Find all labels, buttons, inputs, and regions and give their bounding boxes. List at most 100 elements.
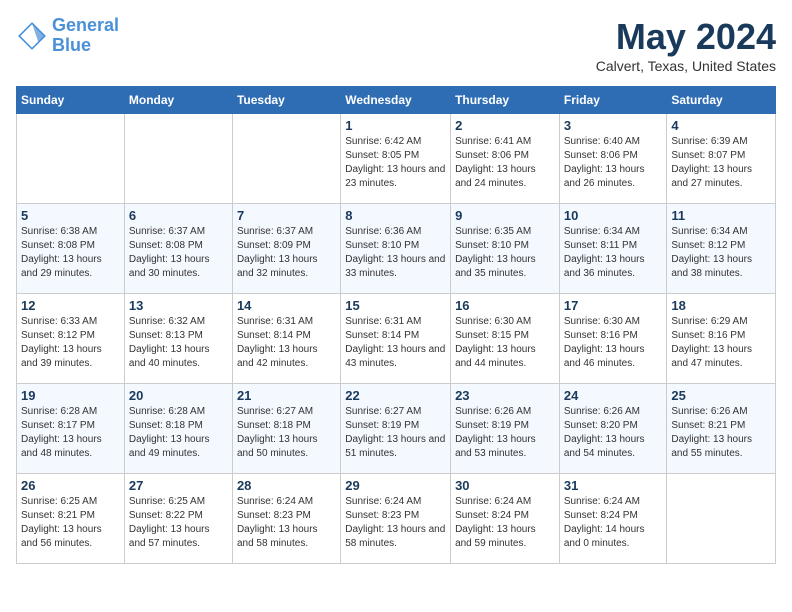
calendar-cell: 30 Sunrise: 6:24 AMSunset: 8:24 PMDayligh… [451, 474, 560, 564]
day-info: Sunrise: 6:34 AMSunset: 8:12 PMDaylight:… [671, 225, 771, 281]
calendar-cell: 8Sunrise: 6:36 AMSunset: 8:10 PMDaylight… [341, 204, 451, 294]
day-info: Sunrise: 6:38 AMSunset: 8:08 PMDaylight:… [21, 225, 120, 281]
weekday-header: Tuesday [232, 87, 340, 114]
day-number: 29 [345, 478, 446, 493]
day-number: 12 [21, 298, 120, 313]
day-info: Sunrise: 6:24 AMSunset: 8:24 PMDaylight:… [564, 495, 663, 551]
day-info: Sunrise: 6:24 AMSunset: 8:24 PMDaylight:… [455, 495, 555, 551]
day-info: Sunrise: 6:25 AMSunset: 8:21 PMDaylight:… [21, 495, 120, 551]
day-info: Sunrise: 6:26 AMSunset: 8:20 PMDaylight:… [564, 405, 663, 461]
day-info: Sunrise: 6:31 AMSunset: 8:14 PMDaylight:… [345, 315, 446, 371]
day-number: 17 [564, 298, 663, 313]
calendar-cell: 9 Sunrise: 6:35 AMSunset: 8:10 PMDaylight… [451, 204, 560, 294]
calendar-week-row: 12 Sunrise: 6:33 AMSunset: 8:12 PMDayligh… [17, 294, 776, 384]
weekday-header: Sunday [17, 87, 125, 114]
day-number: 7 [237, 208, 336, 223]
calendar-cell: 24 Sunrise: 6:26 AMSunset: 8:20 PMDayligh… [559, 384, 667, 474]
logo-icon [16, 20, 48, 52]
calendar-cell: 1Sunrise: 6:42 AMSunset: 8:05 PMDaylight… [341, 114, 451, 204]
weekday-header: Friday [559, 87, 667, 114]
calendar-cell [232, 114, 340, 204]
calendar-cell: 23 Sunrise: 6:26 AMSunset: 8:19 PMDayligh… [451, 384, 560, 474]
day-number: 26 [21, 478, 120, 493]
calendar-cell: 16 Sunrise: 6:30 AMSunset: 8:15 PMDayligh… [451, 294, 560, 384]
page-header: General Blue May 2024 Calvert, Texas, Un… [16, 16, 776, 74]
calendar-cell: 7Sunrise: 6:37 AMSunset: 8:09 PMDaylight… [232, 204, 340, 294]
day-number: 9 [455, 208, 555, 223]
day-number: 13 [129, 298, 228, 313]
day-number: 16 [455, 298, 555, 313]
calendar-cell: 2Sunrise: 6:41 AMSunset: 8:06 PMDaylight… [451, 114, 560, 204]
day-number: 18 [671, 298, 771, 313]
weekday-header: Saturday [667, 87, 776, 114]
day-info: Sunrise: 6:27 AMSunset: 8:18 PMDaylight:… [237, 405, 336, 461]
calendar-cell: 26 Sunrise: 6:25 AMSunset: 8:21 PMDayligh… [17, 474, 125, 564]
day-number: 14 [237, 298, 336, 313]
calendar-cell: 28 Sunrise: 6:24 AMSunset: 8:23 PMDayligh… [232, 474, 340, 564]
calendar-cell: 20 Sunrise: 6:28 AMSunset: 8:18 PMDayligh… [124, 384, 232, 474]
day-info: Sunrise: 6:41 AMSunset: 8:06 PMDaylight:… [455, 135, 555, 191]
day-number: 30 [455, 478, 555, 493]
weekday-header-row: SundayMondayTuesdayWednesdayThursdayFrid… [17, 87, 776, 114]
day-number: 20 [129, 388, 228, 403]
calendar-cell: 21 Sunrise: 6:27 AMSunset: 8:18 PMDayligh… [232, 384, 340, 474]
calendar-cell [667, 474, 776, 564]
day-info: Sunrise: 6:33 AMSunset: 8:12 PMDaylight:… [21, 315, 120, 371]
weekday-header: Monday [124, 87, 232, 114]
day-info: Sunrise: 6:34 AMSunset: 8:11 PMDaylight:… [564, 225, 663, 281]
day-info: Sunrise: 6:37 AMSunset: 8:08 PMDaylight:… [129, 225, 228, 281]
day-info: Sunrise: 6:25 AMSunset: 8:22 PMDaylight:… [129, 495, 228, 551]
day-info: Sunrise: 6:26 AMSunset: 8:21 PMDaylight:… [671, 405, 771, 461]
day-number: 11 [671, 208, 771, 223]
day-info: Sunrise: 6:35 AMSunset: 8:10 PMDaylight:… [455, 225, 555, 281]
calendar-cell: 19 Sunrise: 6:28 AMSunset: 8:17 PMDayligh… [17, 384, 125, 474]
calendar-cell: 4Sunrise: 6:39 AMSunset: 8:07 PMDaylight… [667, 114, 776, 204]
calendar-cell: 17Sunrise: 6:30 AMSunset: 8:16 PMDayligh… [559, 294, 667, 384]
calendar-cell: 31 Sunrise: 6:24 AMSunset: 8:24 PMDayligh… [559, 474, 667, 564]
calendar-table: SundayMondayTuesdayWednesdayThursdayFrid… [16, 86, 776, 564]
calendar-cell: 11 Sunrise: 6:34 AMSunset: 8:12 PMDayligh… [667, 204, 776, 294]
day-number: 5 [21, 208, 120, 223]
calendar-cell: 25 Sunrise: 6:26 AMSunset: 8:21 PMDayligh… [667, 384, 776, 474]
day-info: Sunrise: 6:28 AMSunset: 8:18 PMDaylight:… [129, 405, 228, 461]
day-info: Sunrise: 6:30 AMSunset: 8:15 PMDaylight:… [455, 315, 555, 371]
day-number: 28 [237, 478, 336, 493]
day-info: Sunrise: 6:24 AMSunset: 8:23 PMDaylight:… [345, 495, 446, 551]
logo-text: General Blue [52, 16, 119, 56]
day-number: 1 [345, 118, 446, 133]
day-number: 23 [455, 388, 555, 403]
day-number: 24 [564, 388, 663, 403]
title-block: May 2024 Calvert, Texas, United States [596, 16, 776, 74]
calendar-cell: 29 Sunrise: 6:24 AMSunset: 8:23 PMDayligh… [341, 474, 451, 564]
day-number: 3 [564, 118, 663, 133]
day-info: Sunrise: 6:27 AMSunset: 8:19 PMDaylight:… [345, 405, 446, 461]
calendar-cell: 15 Sunrise: 6:31 AMSunset: 8:14 PMDayligh… [341, 294, 451, 384]
weekday-header: Wednesday [341, 87, 451, 114]
day-info: Sunrise: 6:32 AMSunset: 8:13 PMDaylight:… [129, 315, 228, 371]
day-number: 8 [345, 208, 446, 223]
day-number: 31 [564, 478, 663, 493]
day-number: 25 [671, 388, 771, 403]
calendar-cell: 5 Sunrise: 6:38 AMSunset: 8:08 PMDaylight… [17, 204, 125, 294]
calendar-week-row: 5 Sunrise: 6:38 AMSunset: 8:08 PMDaylight… [17, 204, 776, 294]
calendar-cell: 6Sunrise: 6:37 AMSunset: 8:08 PMDaylight… [124, 204, 232, 294]
day-info: Sunrise: 6:26 AMSunset: 8:19 PMDaylight:… [455, 405, 555, 461]
day-number: 21 [237, 388, 336, 403]
day-info: Sunrise: 6:24 AMSunset: 8:23 PMDaylight:… [237, 495, 336, 551]
calendar-week-row: 26 Sunrise: 6:25 AMSunset: 8:21 PMDayligh… [17, 474, 776, 564]
day-number: 10 [564, 208, 663, 223]
logo: General Blue [16, 16, 119, 56]
day-number: 27 [129, 478, 228, 493]
calendar-week-row: 1Sunrise: 6:42 AMSunset: 8:05 PMDaylight… [17, 114, 776, 204]
day-number: 15 [345, 298, 446, 313]
calendar-cell [124, 114, 232, 204]
day-info: Sunrise: 6:40 AMSunset: 8:06 PMDaylight:… [564, 135, 663, 191]
day-number: 19 [21, 388, 120, 403]
day-info: Sunrise: 6:29 AMSunset: 8:16 PMDaylight:… [671, 315, 771, 371]
calendar-cell: 10 Sunrise: 6:34 AMSunset: 8:11 PMDayligh… [559, 204, 667, 294]
calendar-cell: 22Sunrise: 6:27 AMSunset: 8:19 PMDayligh… [341, 384, 451, 474]
calendar-cell: 18 Sunrise: 6:29 AMSunset: 8:16 PMDayligh… [667, 294, 776, 384]
month-title: May 2024 [596, 16, 776, 58]
day-info: Sunrise: 6:28 AMSunset: 8:17 PMDaylight:… [21, 405, 120, 461]
calendar-cell: 13 Sunrise: 6:32 AMSunset: 8:13 PMDayligh… [124, 294, 232, 384]
